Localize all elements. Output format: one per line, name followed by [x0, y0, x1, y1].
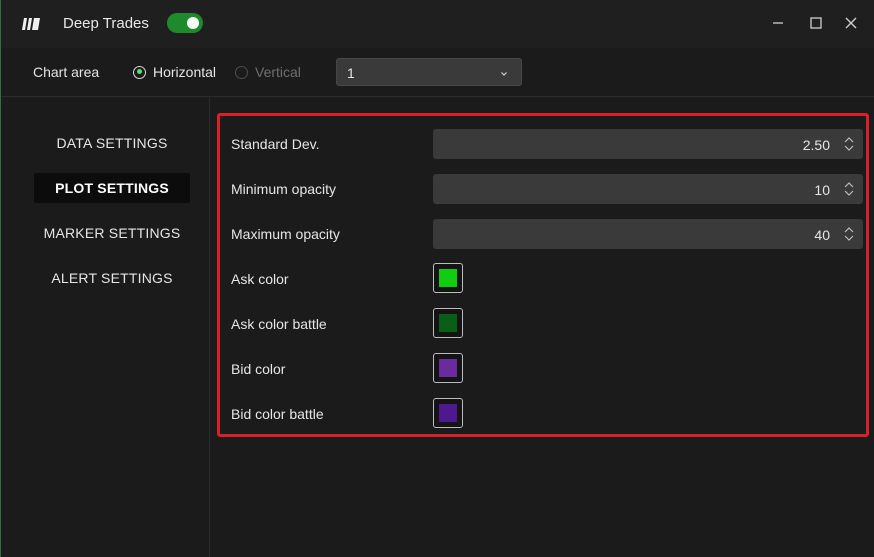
- min-opacity-input[interactable]: 10: [433, 174, 863, 204]
- app-window: Deep Trades Chart area Horizontal Vertic…: [0, 0, 874, 557]
- sidebar-item-marker-settings[interactable]: MARKER SETTINGS: [34, 218, 190, 248]
- sidebar-item-plot-settings[interactable]: PLOT SETTINGS: [34, 173, 190, 203]
- bid-color-battle-label: Bid color battle: [231, 406, 324, 422]
- spinner-arrows-icon[interactable]: [843, 180, 855, 203]
- title-bar: Deep Trades: [1, 0, 874, 48]
- max-opacity-label: Maximum opacity: [231, 226, 340, 242]
- minimize-icon[interactable]: [769, 14, 787, 32]
- chart-count-value: 1: [347, 65, 355, 81]
- radio-vertical-label: Vertical: [255, 64, 301, 80]
- radio-selected-icon: [133, 65, 146, 79]
- ask-color-battle-swatch[interactable]: [433, 308, 463, 338]
- bid-color-fill: [439, 359, 457, 377]
- toggle-knob: [187, 17, 199, 29]
- radio-horizontal[interactable]: Horizontal: [133, 64, 216, 80]
- sidebar-item-label: ALERT SETTINGS: [51, 270, 173, 286]
- ask-color-swatch[interactable]: [433, 263, 463, 293]
- app-enable-toggle[interactable]: [167, 13, 203, 33]
- chart-area-label: Chart area: [33, 64, 100, 80]
- ask-color-label: Ask color: [231, 271, 289, 287]
- std-dev-input[interactable]: 2.50: [433, 129, 863, 159]
- max-opacity-value: 40: [814, 227, 830, 243]
- ask-color-battle-label: Ask color battle: [231, 316, 327, 332]
- settings-sidebar: DATA SETTINGS PLOT SETTINGS MARKER SETTI…: [1, 97, 210, 557]
- radio-horizontal-label: Horizontal: [153, 64, 217, 80]
- radio-unselected-icon: [235, 65, 248, 79]
- highlight-box: [217, 113, 869, 437]
- spinner-arrows-icon[interactable]: [843, 225, 855, 248]
- sidebar-item-label: DATA SETTINGS: [56, 135, 168, 151]
- sidebar-item-label: MARKER SETTINGS: [43, 225, 181, 241]
- sidebar-item-label: PLOT SETTINGS: [55, 180, 169, 196]
- max-opacity-input[interactable]: 40: [433, 219, 863, 249]
- min-opacity-label: Minimum opacity: [231, 181, 337, 197]
- bid-color-swatch[interactable]: [433, 353, 463, 383]
- app-title: Deep Trades: [63, 15, 149, 32]
- bid-color-battle-fill: [439, 404, 457, 422]
- std-dev-label: Standard Dev.: [231, 136, 320, 152]
- chart-count-select[interactable]: 1: [336, 58, 522, 86]
- ask-color-fill: [439, 269, 457, 287]
- sidebar-item-data-settings[interactable]: DATA SETTINGS: [34, 128, 190, 158]
- bid-color-label: Bid color: [231, 361, 286, 377]
- min-opacity-value: 10: [814, 182, 830, 198]
- close-icon[interactable]: [842, 14, 860, 32]
- sidebar-item-alert-settings[interactable]: ALERT SETTINGS: [34, 263, 190, 293]
- chart-area-bar: Chart area Horizontal Vertical 1: [1, 48, 874, 97]
- bid-color-battle-swatch[interactable]: [433, 398, 463, 428]
- ask-color-battle-fill: [439, 314, 457, 332]
- radio-vertical[interactable]: Vertical: [235, 64, 301, 80]
- chevron-down-icon: [499, 66, 509, 84]
- maximize-icon[interactable]: [807, 14, 825, 32]
- spinner-arrows-icon[interactable]: [843, 135, 855, 158]
- app-logo-icon: [21, 15, 41, 33]
- std-dev-value: 2.50: [802, 137, 830, 153]
